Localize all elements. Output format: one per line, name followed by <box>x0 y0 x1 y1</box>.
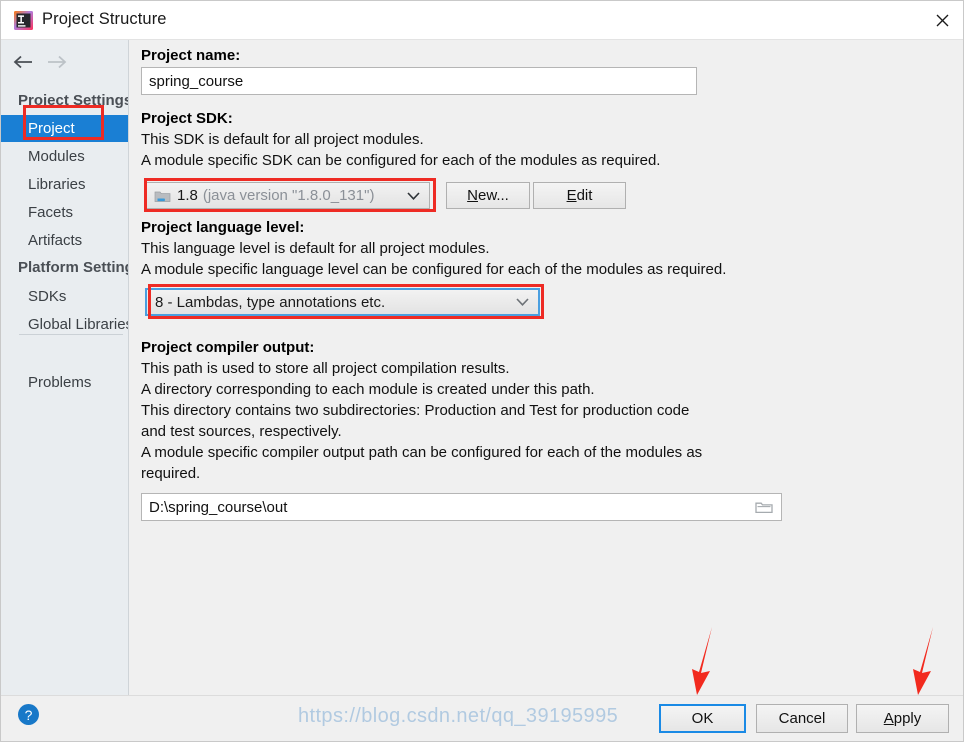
project-structure-dialog: Project Structure Project Settings Proje… <box>0 0 964 742</box>
sidebar-item-sdks[interactable]: SDKs <box>1 283 128 310</box>
compiler-output-label: Project compiler output: <box>141 339 315 356</box>
folder-icon[interactable] <box>754 499 774 515</box>
ok-button-label: OK <box>691 710 714 727</box>
project-sdk-description-line-1: This SDK is default for all project modu… <box>141 131 424 148</box>
arrow-right-icon[interactable] <box>41 49 71 75</box>
dialog-footer: ? OK Cancel Apply <box>1 695 963 741</box>
project-name-input[interactable]: spring_course <box>141 67 697 95</box>
compiler-output-path-input[interactable]: D:\spring_course\out <box>141 493 782 521</box>
help-label: ? <box>24 706 33 723</box>
apply-button[interactable]: Apply <box>856 704 949 733</box>
sidebar-group-project-settings: Project Settings <box>18 92 129 109</box>
settings-sidebar: Project Settings Project Modules Librari… <box>1 40 129 695</box>
jdk-folder-icon <box>154 189 171 203</box>
sidebar-item-facets[interactable]: Facets <box>1 199 128 226</box>
language-level-description-line-2: A module specific language level can be … <box>141 261 727 278</box>
edit-sdk-button[interactable]: Edit <box>533 182 626 209</box>
project-sdk-dropdown[interactable]: 1.8 (java version "1.8.0_131") <box>145 182 430 209</box>
help-question-icon[interactable]: ? <box>18 704 39 725</box>
ok-button[interactable]: OK <box>659 704 746 733</box>
compiler-output-description-line-6: required. <box>141 465 201 482</box>
window-title: Project Structure <box>42 10 167 28</box>
apply-button-label: Apply <box>883 710 922 727</box>
compiler-output-description-line-2: A directory corresponding to each module… <box>141 381 595 398</box>
compiler-output-description-line-4: and test sources, respectively. <box>141 423 342 440</box>
language-level-label: Project language level: <box>141 219 305 236</box>
intellij-idea-icon <box>13 10 34 31</box>
language-level-dropdown[interactable]: 8 - Lambdas, type annotations etc. <box>145 288 540 316</box>
sidebar-item-modules[interactable]: Modules <box>1 143 128 170</box>
compiler-output-path-value: D:\spring_course\out <box>149 498 288 516</box>
sidebar-group-platform-settings: Platform Settings <box>18 259 128 276</box>
close-icon[interactable] <box>919 1 963 39</box>
project-sdk-name: 1.8 <box>177 187 198 204</box>
project-name-value: spring_course <box>149 72 244 90</box>
sidebar-item-artifacts[interactable]: Artifacts <box>1 227 128 254</box>
arrow-left-icon[interactable] <box>8 49 38 75</box>
project-sdk-detail: (java version "1.8.0_131") <box>202 187 375 204</box>
compiler-output-description-line-1: This path is used to store all project c… <box>141 360 510 377</box>
chevron-down-icon <box>516 294 529 311</box>
project-settings-panel: Project name: spring_course Project SDK:… <box>130 40 963 695</box>
sidebar-item-problems[interactable]: Problems <box>1 369 128 396</box>
compiler-output-description-line-3: This directory contains two subdirectori… <box>141 402 690 419</box>
navigation-arrows <box>1 49 128 77</box>
project-sdk-description-line-2: A module specific SDK can be configured … <box>141 152 661 169</box>
project-name-label: Project name: <box>141 47 241 64</box>
sidebar-divider <box>19 334 123 335</box>
edit-sdk-button-label: Edit <box>566 187 593 204</box>
title-bar: Project Structure <box>1 1 963 40</box>
project-sdk-label: Project SDK: <box>141 110 233 127</box>
new-sdk-button[interactable]: New... <box>446 182 530 209</box>
language-level-value: 8 - Lambdas, type annotations etc. <box>155 293 386 311</box>
sidebar-item-project[interactable]: Project <box>1 115 128 142</box>
cancel-button[interactable]: Cancel <box>756 704 848 733</box>
new-sdk-button-label: New... <box>467 187 509 204</box>
compiler-output-description-line-5: A module specific compiler output path c… <box>141 444 703 461</box>
language-level-description-line-1: This language level is default for all p… <box>141 240 490 257</box>
cancel-button-label: Cancel <box>778 710 826 727</box>
sidebar-item-libraries[interactable]: Libraries <box>1 171 128 198</box>
chevron-down-icon <box>407 187 420 204</box>
